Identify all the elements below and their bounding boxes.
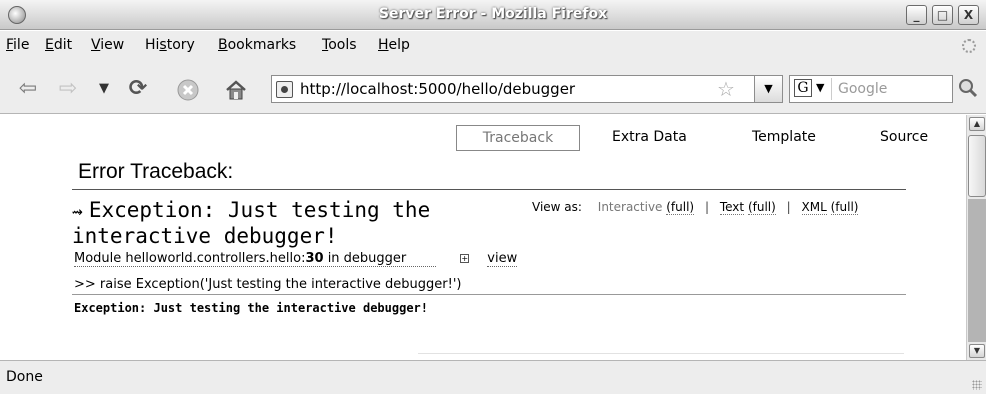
menu-file[interactable]: File xyxy=(6,37,29,53)
page-content: Traceback Extra Data Template Source Err… xyxy=(0,115,966,360)
view-separator: | xyxy=(704,200,709,214)
scrollbar-thumb[interactable] xyxy=(968,135,986,197)
back-icon[interactable]: ⇦ xyxy=(16,78,40,100)
chevron-down-icon: ▼ xyxy=(816,81,825,94)
maximize-button[interactable]: □ xyxy=(932,5,953,25)
exception-summary: Exception: Just testing the interactive … xyxy=(74,301,429,315)
debug-tabs: Traceback Extra Data Template Source xyxy=(0,125,966,151)
tab-template[interactable]: Template xyxy=(752,125,816,151)
source-divider xyxy=(72,294,906,295)
function-name: in debugger xyxy=(323,251,407,266)
menu-bookmarks[interactable]: Bookmarks xyxy=(218,37,296,53)
squiggle-arrow-icon: ⇝ xyxy=(72,201,83,222)
status-bar: Done xyxy=(0,360,986,394)
url-bar[interactable]: ☆ ▼ xyxy=(271,75,783,103)
tab-extra-data[interactable]: Extra Data xyxy=(612,125,687,151)
module-location: Module helloworld.controllers.hello:30 i… xyxy=(74,251,437,267)
close-button[interactable]: X xyxy=(958,5,979,25)
navigation-toolbar: ⇦ ⇨ ▼ ⟳ ☆ ▼ G ▼ xyxy=(0,58,986,114)
google-engine-icon: G xyxy=(794,79,812,97)
scroll-up-icon[interactable]: ▲ xyxy=(969,117,985,131)
bookmark-star-icon[interactable]: ☆ xyxy=(717,77,735,101)
site-identity-icon[interactable] xyxy=(276,81,293,98)
menubar: File Edit View History Bookmarks Tools H… xyxy=(0,31,986,58)
menu-tools[interactable]: Tools xyxy=(322,37,357,53)
scrollbar-track[interactable] xyxy=(968,199,986,342)
view-xml-link[interactable]: XML xyxy=(801,200,827,215)
view-xml-full-link[interactable]: (full) xyxy=(830,200,859,215)
scroll-down-icon[interactable]: ▼ xyxy=(969,344,985,358)
line-number: 30 xyxy=(305,251,324,266)
menu-view[interactable]: View xyxy=(91,37,124,53)
view-as-links: View as: Interactive (full) | Text (full… xyxy=(532,200,859,215)
throbber-icon xyxy=(962,39,976,53)
exception-title-text: Exception: Just testing the interactive … xyxy=(72,198,431,248)
history-dropdown-icon[interactable]: ▼ xyxy=(92,78,116,100)
url-input[interactable] xyxy=(300,79,710,99)
reload-icon[interactable]: ⟳ xyxy=(126,78,150,100)
view-text-full-link[interactable]: (full) xyxy=(747,200,776,215)
view-interactive-full-link[interactable]: (full) xyxy=(666,200,695,215)
vertical-scrollbar[interactable]: ▲ ▼ xyxy=(966,115,986,360)
magnifier-icon[interactable] xyxy=(958,78,978,98)
search-engine-selector[interactable]: G ▼ xyxy=(792,78,832,100)
source-code-line: >> raise Exception('Just testing the int… xyxy=(74,277,462,292)
resize-grip-icon[interactable] xyxy=(972,380,982,390)
window-titlebar[interactable]: Server Error - Mozilla Firefox _ □ X xyxy=(0,0,986,30)
view-text-link[interactable]: Text xyxy=(719,200,745,215)
tab-traceback[interactable]: Traceback xyxy=(456,125,580,151)
url-dropdown-button[interactable]: ▼ xyxy=(754,76,782,102)
menu-history[interactable]: History xyxy=(145,37,195,53)
tab-source[interactable]: Source xyxy=(880,125,928,151)
heading-divider xyxy=(72,189,906,190)
module-path: Module helloworld.controllers.hello: xyxy=(74,251,306,266)
window-title: Server Error - Mozilla Firefox xyxy=(378,6,608,22)
expand-plus-icon[interactable]: + xyxy=(460,254,470,263)
minimize-button[interactable]: _ xyxy=(906,5,927,25)
menu-edit[interactable]: Edit xyxy=(45,37,72,53)
view-separator: | xyxy=(786,200,791,214)
view-source-link[interactable]: view xyxy=(487,251,518,267)
forward-icon[interactable]: ⇨ xyxy=(56,78,80,100)
faint-divider xyxy=(418,353,904,354)
home-icon[interactable] xyxy=(224,78,248,100)
stop-icon[interactable] xyxy=(176,78,200,101)
view-interactive-link[interactable]: Interactive xyxy=(598,200,663,214)
status-text: Done xyxy=(6,369,43,385)
search-input[interactable] xyxy=(838,79,948,99)
menu-help[interactable]: Help xyxy=(378,37,410,53)
search-bar[interactable]: G ▼ xyxy=(789,75,953,103)
view-as-label: View as: xyxy=(532,200,582,214)
traceback-module-line: Module helloworld.controllers.hello:30 i… xyxy=(74,251,518,267)
exception-title: ⇝ Exception: Just testing the interactive… xyxy=(72,198,532,248)
page-title: Error Traceback: xyxy=(78,160,234,183)
